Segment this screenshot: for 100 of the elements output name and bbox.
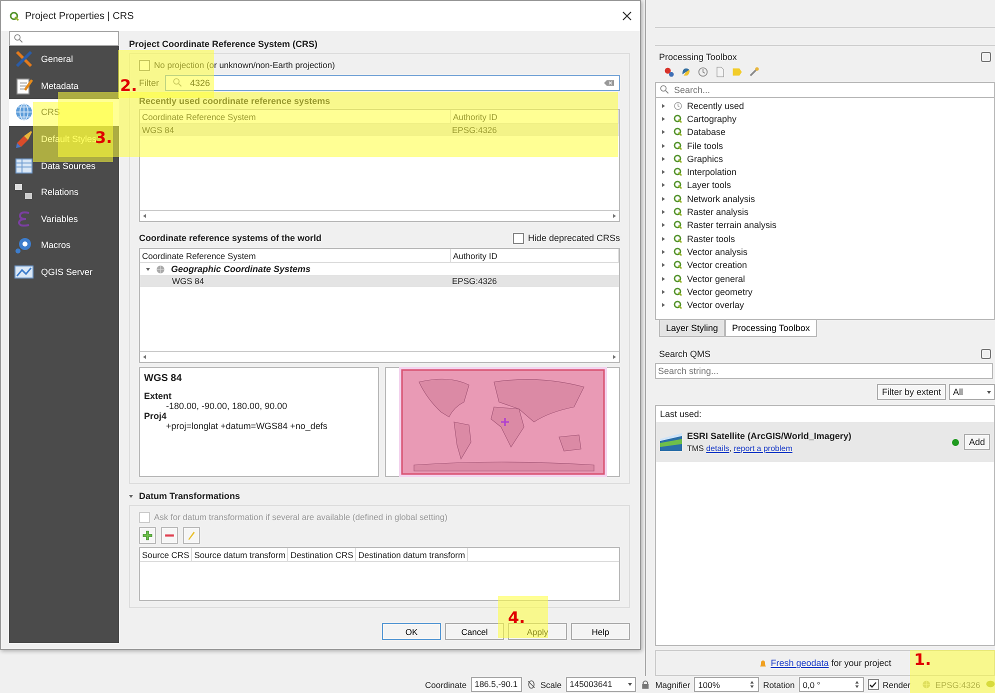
close-icon[interactable] xyxy=(622,11,632,21)
search-field[interactable]: Search... xyxy=(655,82,995,98)
tree-item[interactable]: Vector overlay xyxy=(687,300,744,310)
search-icon xyxy=(659,84,670,95)
scale-dropdown[interactable]: 145003641 xyxy=(566,677,636,692)
panel-title: Processing Toolbox xyxy=(659,52,737,62)
document-icon[interactable] xyxy=(714,66,726,78)
expand-arrow-icon[interactable] xyxy=(662,196,665,201)
sidebar-item[interactable]: Relations xyxy=(9,178,119,206)
tree-item[interactable]: Cartography xyxy=(687,114,737,124)
service-item[interactable]: ESRI Satellite (ArcGIS/World_Imagery) TMS details, report a problem Add xyxy=(656,422,994,462)
dialog-button[interactable]: Help xyxy=(571,623,630,640)
sidebar-item[interactable]: Macros xyxy=(9,232,119,259)
sidebar-item[interactable]: General xyxy=(9,46,119,73)
tree-item[interactable]: Raster tools xyxy=(687,234,736,244)
checkbox[interactable] xyxy=(868,679,879,690)
tree-item[interactable]: Database xyxy=(687,127,726,138)
coordinate-field[interactable]: 186.5,-90.1 xyxy=(470,677,522,692)
undock-icon[interactable] xyxy=(981,52,991,62)
wrench-icon[interactable] xyxy=(748,66,760,78)
q-logo-icon xyxy=(673,286,683,297)
tree-item[interactable]: Recently used xyxy=(687,100,744,111)
python-icon[interactable] xyxy=(680,66,692,78)
column-header[interactable]: Destination CRS xyxy=(288,548,356,561)
tree-item[interactable]: WGS 84 xyxy=(140,276,450,286)
spinner-arrows-icon xyxy=(749,680,756,689)
tree-item[interactable]: Vector general xyxy=(687,274,746,284)
footer-text: Fresh geodata for your project xyxy=(770,658,892,668)
expand-arrow-icon[interactable] xyxy=(662,276,665,280)
expand-arrow-icon[interactable] xyxy=(662,250,665,254)
sidebar-item[interactable]: Metadata xyxy=(9,72,119,100)
q-logo-icon xyxy=(673,234,683,244)
q-logo-icon xyxy=(673,194,683,204)
column-header[interactable]: Coordinate Reference System xyxy=(140,249,451,262)
tree-item[interactable]: File tools xyxy=(687,140,724,151)
plus-button[interactable] xyxy=(139,527,156,544)
clock-icon[interactable] xyxy=(697,66,709,78)
search-field[interactable] xyxy=(9,31,119,46)
checkbox[interactable] xyxy=(512,232,524,244)
link[interactable]: details xyxy=(706,444,730,453)
add-button[interactable]: Add xyxy=(964,434,990,450)
collapse-arrow-icon[interactable] xyxy=(129,494,133,498)
column-header[interactable]: Source datum transform xyxy=(192,548,288,561)
tree-item[interactable]: Layer tools xyxy=(687,180,732,190)
filter-button[interactable]: Filter by extent xyxy=(876,384,946,400)
checkbox[interactable] xyxy=(139,60,150,70)
q-logo-icon xyxy=(673,274,683,284)
expand-arrow-icon[interactable] xyxy=(662,210,665,214)
table-cell[interactable]: EPSG:4326 xyxy=(450,276,619,286)
dialog-button[interactable]: OK xyxy=(382,623,441,640)
expand-arrow-icon[interactable] xyxy=(662,170,665,174)
tree-item[interactable]: Graphics xyxy=(687,154,724,164)
magnifier-field[interactable]: 100% xyxy=(694,677,760,692)
expand-arrow-icon[interactable] xyxy=(662,156,665,161)
tree-item[interactable]: Geographic Coordinate Systems xyxy=(171,264,311,274)
expand-arrow-icon[interactable] xyxy=(662,263,665,268)
expand-arrow-icon[interactable] xyxy=(146,268,150,270)
section-heading: Datum Transformations xyxy=(139,491,240,501)
link[interactable]: Fresh geodata xyxy=(770,658,829,668)
expand-arrow-icon[interactable] xyxy=(662,144,665,148)
tree-item[interactable]: Vector creation xyxy=(687,260,748,270)
expand-arrow-icon[interactable] xyxy=(662,116,665,121)
status-label: Render xyxy=(882,680,911,690)
panel-tab[interactable]: Layer Styling xyxy=(659,320,726,337)
q-logo-icon xyxy=(673,220,683,230)
tree-item[interactable]: Vector geometry xyxy=(687,286,753,297)
column-header[interactable]: Source CRS xyxy=(140,548,192,561)
paintbrush-icon xyxy=(14,129,34,150)
expand-arrow-icon[interactable] xyxy=(662,290,665,294)
tree-item[interactable]: Raster terrain analysis xyxy=(687,220,777,230)
expand-arrow-icon[interactable] xyxy=(662,183,665,188)
column-header[interactable]: Destination datum transform xyxy=(356,548,468,561)
bell-icon xyxy=(758,658,767,668)
step-number: 3. xyxy=(95,128,112,147)
sidebar-item[interactable]: Variables xyxy=(9,206,119,232)
minus-button[interactable] xyxy=(161,527,178,544)
expand-arrow-icon[interactable] xyxy=(662,236,665,241)
field-value: +proj=longlat +datum=WGS84 +no_defs xyxy=(165,421,328,431)
sidebar-item[interactable]: Data Sources xyxy=(9,152,119,179)
expand-arrow-icon[interactable] xyxy=(662,223,665,228)
service-name: ESRI Satellite (ArcGIS/World_Imagery) xyxy=(687,431,852,441)
tree-item[interactable]: Interpolation xyxy=(687,167,737,178)
expand-arrow-icon[interactable] xyxy=(662,104,665,108)
tree-item[interactable]: Raster analysis xyxy=(687,207,749,218)
sidebar-item[interactable]: QGIS Server xyxy=(9,258,119,286)
expand-arrow-icon[interactable] xyxy=(662,303,665,308)
column-header[interactable]: Authority ID xyxy=(451,249,619,262)
tree-item[interactable]: Vector analysis xyxy=(687,246,748,257)
search-field[interactable]: Search string... xyxy=(655,363,993,379)
tree-item[interactable]: Network analysis xyxy=(687,194,756,204)
status-label: Coordinate xyxy=(425,680,467,690)
dialog-button[interactable]: Cancel xyxy=(445,623,504,640)
expand-arrow-icon[interactable] xyxy=(662,130,665,134)
scope-dropdown[interactable]: All xyxy=(949,384,995,400)
status-label: Magnifier xyxy=(655,680,690,690)
rotation-field[interactable]: 0,0 ° xyxy=(798,677,864,692)
q-logo-icon xyxy=(673,180,683,190)
panel-tab[interactable]: Processing Toolbox xyxy=(725,320,817,337)
undock-icon[interactable] xyxy=(981,349,991,359)
link[interactable]: report a problem xyxy=(734,444,792,453)
